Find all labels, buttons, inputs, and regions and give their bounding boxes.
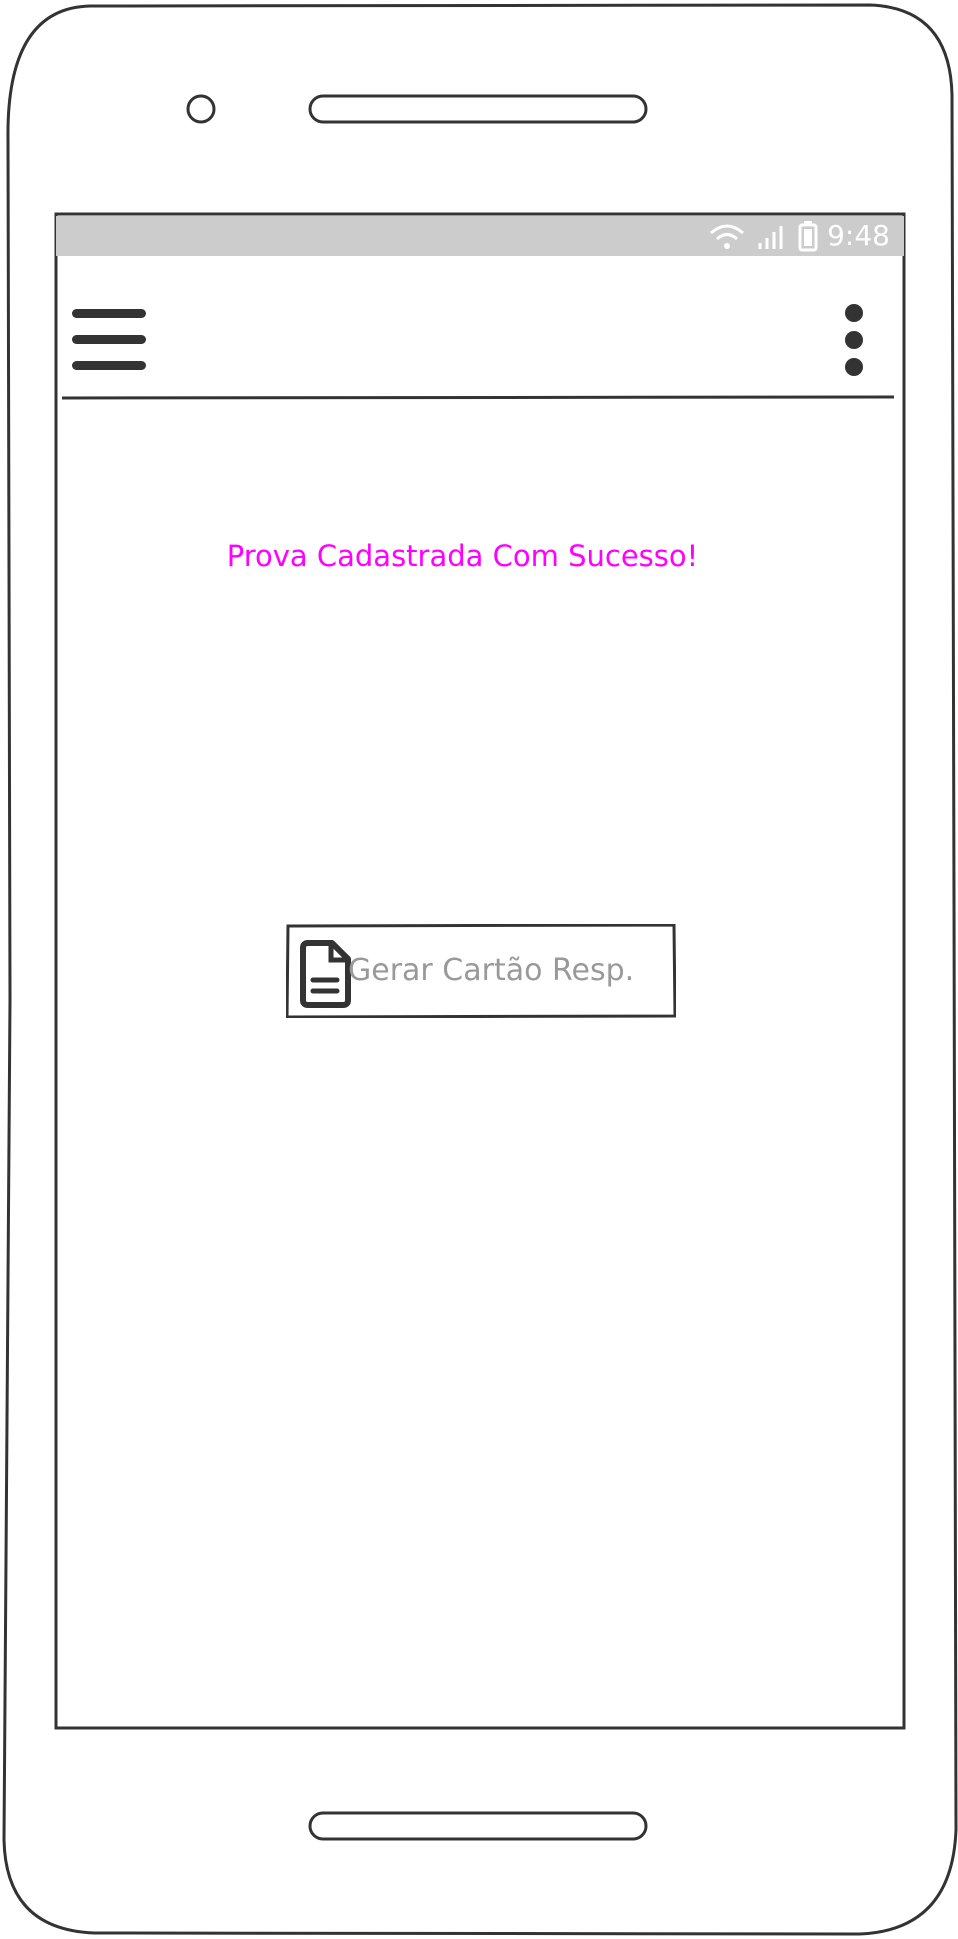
status-time: 9:48: [827, 219, 890, 252]
phone-mockup: 9:48 Prova Cadastrada Com Sucesso! Gerar…: [0, 0, 958, 1939]
menu-icon[interactable]: [70, 306, 150, 382]
wifi-icon: [710, 224, 745, 249]
generate-button-label: Gerar Cartão Resp.: [348, 953, 635, 988]
status-icons: 9:48: [707, 216, 890, 256]
signal-icon: [758, 226, 783, 249]
app-bar: [60, 258, 896, 398]
battery-icon: [798, 221, 818, 252]
success-message: Prova Cadastrada Com Sucesso!: [226, 539, 699, 573]
more-vertical-icon[interactable]: [836, 304, 876, 384]
status-bar: 9:48: [56, 216, 904, 256]
document-icon: [300, 940, 351, 1008]
generate-answer-card-button[interactable]: Gerar Cartão Resp.: [286, 924, 676, 1018]
